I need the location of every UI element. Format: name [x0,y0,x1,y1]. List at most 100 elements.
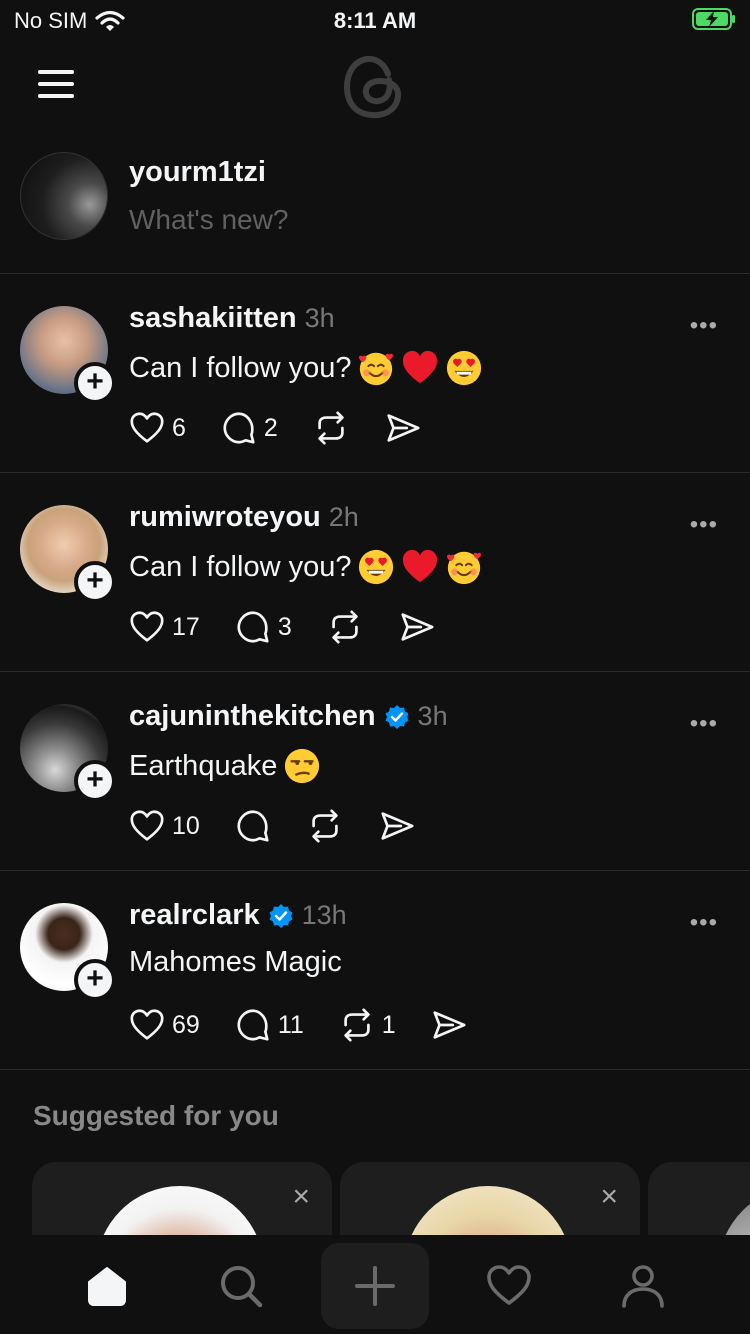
follow-button[interactable]: + [74,362,116,404]
post-text-body: Earthquake [129,749,278,782]
repost-button[interactable] [312,409,350,447]
heart-icon [128,608,166,646]
more-options-icon[interactable]: ••• [690,710,718,738]
verified-badge-icon [384,704,410,730]
post-header: cajuninthekitchen 3h [129,700,448,733]
share-button[interactable] [384,409,422,447]
like-button[interactable]: 69 [128,1006,200,1044]
more-options-icon[interactable]: ••• [690,312,718,340]
post[interactable]: + cajuninthekitchen 3h ••• Earthquake 10 [0,672,750,871]
tab-home[interactable] [53,1243,161,1329]
reply-count: 2 [263,413,278,442]
smiling-face-with-hearts-emoji [445,548,483,586]
post-header: sashakiitten 3h [129,302,335,335]
share-button[interactable] [430,1006,468,1044]
post-actions: 17 3 [128,605,470,649]
share-icon [398,608,436,646]
like-button[interactable]: 6 [128,409,186,447]
battery-charging-icon [692,8,735,30]
post-text: Can I follow you? [129,548,483,586]
tab-search[interactable] [187,1243,295,1329]
status-time: 8:11 AM [333,8,417,33]
repost-icon [312,409,350,447]
share-button[interactable] [378,807,416,845]
plus-icon [355,1266,395,1306]
suggested-avatar[interactable] [96,1186,264,1235]
follow-button[interactable]: + [74,561,116,603]
verified-badge-icon [268,903,294,929]
activity-heart-icon [487,1265,531,1305]
more-options-icon[interactable]: ••• [690,909,718,937]
reply-button[interactable] [234,807,272,845]
repost-icon [338,1006,376,1044]
heart-eyes-emoji [445,349,483,387]
threads-logo-icon[interactable] [340,50,408,122]
post-text: Mahomes Magic [129,946,342,979]
reply-button[interactable]: 3 [234,608,292,646]
post-username[interactable]: rumiwroteyou [129,501,321,534]
top-nav [0,40,750,130]
reply-icon [234,807,272,845]
reply-button[interactable]: 11 [234,1006,304,1044]
suggested-section: Suggested for you × × [0,1070,750,1235]
like-button[interactable]: 10 [128,807,200,845]
suggested-avatar[interactable] [404,1186,572,1235]
post-text: Earthquake [129,747,321,785]
menu-icon[interactable] [38,70,74,98]
repost-count: 1 [381,1010,396,1039]
like-button[interactable]: 17 [128,608,200,646]
tab-profile[interactable] [589,1243,697,1329]
share-button[interactable] [398,608,436,646]
like-count: 10 [172,811,200,840]
follow-button[interactable]: + [74,959,116,1001]
repost-button[interactable] [306,807,344,845]
reply-count: 11 [277,1010,304,1039]
unamused-face-emoji [283,747,321,785]
tab-new-thread[interactable] [321,1243,429,1329]
close-icon[interactable]: × [292,1180,310,1214]
status-bar: No SIM 8:11 AM [0,0,750,40]
post-header: rumiwroteyou 2h [129,501,359,534]
like-count: 6 [172,413,186,442]
follow-button[interactable]: + [74,760,116,802]
smiling-face-with-hearts-emoji [357,349,395,387]
post-username[interactable]: cajuninthekitchen [129,700,376,733]
like-count: 69 [172,1010,200,1039]
repost-icon [326,608,364,646]
my-avatar[interactable] [20,152,108,240]
share-icon [430,1006,468,1044]
tab-activity[interactable] [455,1243,563,1329]
heart-icon [128,1006,166,1044]
reply-button[interactable]: 2 [220,409,278,447]
new-thread-composer[interactable]: yourm1tzi What's new? [0,130,750,274]
post-header: realrclark 13h [129,899,347,932]
post-time: 3h [417,701,448,731]
suggested-avatar[interactable] [718,1186,750,1235]
post[interactable]: + sashakiitten 3h ••• Can I follow you? … [0,274,750,473]
home-icon [88,1267,126,1306]
post-time: 2h [328,502,359,532]
share-icon [378,807,416,845]
post-username[interactable]: realrclark [129,899,260,932]
suggested-card[interactable]: × [32,1162,332,1235]
suggested-card[interactable]: × [340,1162,640,1235]
more-options-icon[interactable]: ••• [690,511,718,539]
post[interactable]: + rumiwroteyou 2h ••• Can I follow you? … [0,473,750,672]
red-heart-emoji [401,548,439,586]
post-username[interactable]: sashakiitten [129,302,297,335]
repost-button[interactable] [326,608,364,646]
post[interactable]: + realrclark 13h ••• Mahomes Magic 69 11… [0,871,750,1070]
repost-icon [306,807,344,845]
suggested-card[interactable] [648,1162,750,1235]
composer-username: yourm1tzi [129,156,266,188]
close-icon[interactable]: × [600,1180,618,1214]
repost-button[interactable]: 1 [338,1006,396,1044]
reply-icon [234,608,272,646]
post-text: Can I follow you? [129,349,483,387]
reply-icon [234,1006,272,1044]
suggested-title: Suggested for you [33,1100,279,1131]
post-time: 3h [304,303,335,333]
heart-eyes-emoji [357,548,395,586]
reply-icon [220,409,258,447]
composer-placeholder[interactable]: What's new? [129,204,288,236]
